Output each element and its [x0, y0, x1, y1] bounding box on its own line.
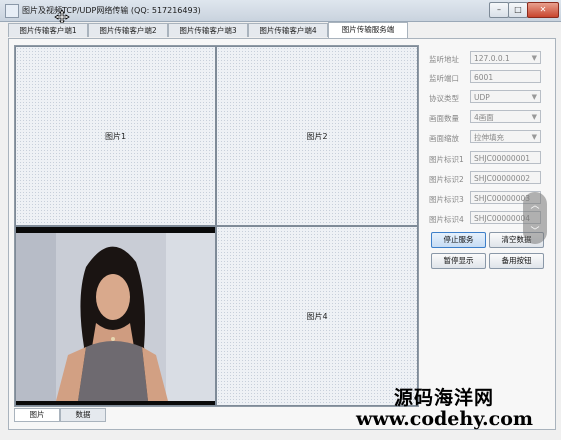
setting-label: 图片标识3: [429, 195, 464, 204]
tab-image[interactable]: 图片: [14, 408, 60, 422]
chevron-down-icon: ▼: [531, 93, 537, 101]
setting-row-screen-count: 画面数量 4画面 ▼: [427, 110, 547, 125]
setting-label: 画面数量: [429, 114, 459, 123]
setting-row-image-id-1: 图片标识1 SHJC00000001: [427, 151, 547, 166]
setting-label: 图片标识4: [429, 215, 464, 224]
chevron-down-icon[interactable]: ﹀: [523, 224, 547, 237]
image-id-1-input[interactable]: SHJC00000001: [470, 151, 541, 164]
protocol-select[interactable]: UDP ▼: [470, 90, 541, 103]
setting-row-listen-port: 监听端口 6001: [427, 70, 547, 85]
tab-client-4[interactable]: 图片传输客户端4: [248, 23, 328, 37]
chevron-up-icon[interactable]: ︿: [523, 198, 547, 211]
stop-service-button[interactable]: 停止服务: [431, 232, 486, 248]
video-cell-2[interactable]: 图片2: [216, 46, 418, 226]
scale-mode-select[interactable]: 拉伸填充 ▼: [470, 130, 541, 143]
app-icon: [5, 4, 19, 18]
video-cell-1[interactable]: 图片1: [15, 46, 216, 226]
video-cell-label: 图片1: [104, 132, 127, 141]
image-id-2-input[interactable]: SHJC00000002: [470, 171, 541, 184]
video-cell-3[interactable]: [15, 226, 216, 406]
screen-count-select[interactable]: 4画面 ▼: [470, 110, 541, 123]
tab-client-3[interactable]: 图片传输客户端3: [168, 23, 248, 37]
minimize-button[interactable]: –: [489, 2, 509, 18]
window-title: 图片及视频TCP/UDP网络传输 (QQ: 517216493): [22, 6, 201, 15]
listen-port-input[interactable]: 6001: [470, 70, 541, 83]
setting-label: 监听地址: [429, 55, 459, 64]
watermark-url: www.codehy.com: [356, 408, 534, 430]
setting-row-protocol: 协议类型 UDP ▼: [427, 90, 547, 105]
chevron-down-icon: ▼: [531, 133, 537, 141]
setting-row-scale-mode: 画面缩放 拉伸填充 ▼: [427, 130, 547, 145]
setting-label: 监听端口: [429, 74, 459, 83]
setting-label: 画面缩放: [429, 134, 459, 143]
setting-label: 协议类型: [429, 94, 459, 103]
spare-button[interactable]: 备用按钮: [489, 253, 544, 269]
title-bar[interactable]: 图片及视频TCP/UDP网络传输 (QQ: 517216493) – □ ✕: [0, 0, 561, 22]
setting-label: 图片标识1: [429, 155, 464, 164]
close-button[interactable]: ✕: [527, 2, 559, 18]
video-grid: 图片1 图片2 图片4: [14, 45, 419, 407]
chevron-down-icon: ▼: [531, 113, 537, 121]
setting-row-listen-address: 监听地址 127.0.0.1 ▼: [427, 51, 547, 66]
pause-display-button[interactable]: 暂停显示: [431, 253, 486, 269]
video-cell-label: 图片2: [306, 132, 328, 141]
setting-row-image-id-2: 图片标识2 SHJC00000002: [427, 171, 547, 186]
tab-data[interactable]: 数据: [60, 408, 106, 422]
maximize-button[interactable]: □: [508, 2, 528, 18]
video-cell-4[interactable]: 图片4: [216, 226, 418, 406]
video-frame-image: [16, 233, 215, 401]
floating-scroll-control[interactable]: ︿ ﹀: [523, 192, 547, 244]
tab-client-2[interactable]: 图片传输客户端2: [88, 23, 168, 37]
chevron-down-icon: ▼: [531, 54, 537, 62]
video-cell-label: 图片4: [306, 312, 328, 321]
setting-label: 图片标识2: [429, 175, 464, 184]
tab-server[interactable]: 图片传输服务端: [328, 22, 408, 38]
listen-address-select[interactable]: 127.0.0.1 ▼: [470, 51, 541, 64]
tab-client-1[interactable]: 图片传输客户端1: [8, 23, 88, 37]
watermark-title: 源码海洋网: [394, 387, 495, 409]
